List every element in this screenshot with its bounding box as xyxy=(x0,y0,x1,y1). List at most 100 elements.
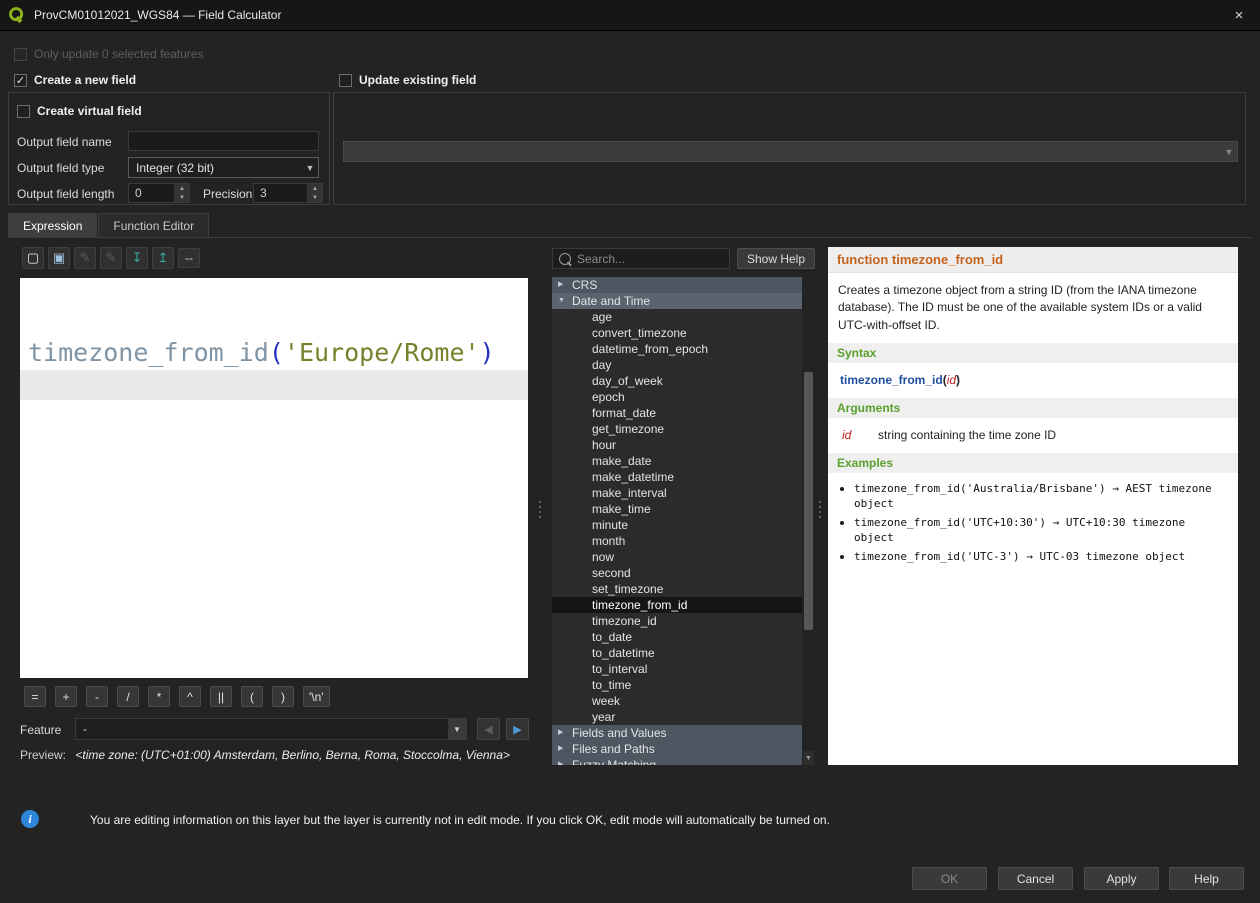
function-item-day[interactable]: day xyxy=(552,357,802,373)
function-item-set-timezone[interactable]: set_timezone xyxy=(552,581,802,597)
function-item-to-date[interactable]: to_date xyxy=(552,629,802,645)
checkbox-box[interactable] xyxy=(339,74,352,87)
function-item-minute[interactable]: minute xyxy=(552,517,802,533)
function-item-make-interval[interactable]: make_interval xyxy=(552,485,802,501)
edit-expression-button[interactable]: ✎ xyxy=(74,247,96,269)
cancel-button[interactable]: Cancel xyxy=(998,867,1073,890)
help-button[interactable]: Help xyxy=(1169,867,1244,890)
function-item-now[interactable]: now xyxy=(552,549,802,565)
spinner-buttons[interactable]: ▲▼ xyxy=(307,184,322,202)
search-input[interactable] xyxy=(571,252,729,266)
checkbox-box[interactable]: ✓ xyxy=(14,74,27,87)
function-item-format-date[interactable]: format_date xyxy=(552,405,802,421)
apply-button[interactable]: Apply xyxy=(1084,867,1159,890)
function-tree: ▶CRS▼Date and Timeageconvert_timezonedat… xyxy=(552,277,802,765)
tree-scrollbar[interactable]: ▼ xyxy=(803,277,814,765)
operator-button--n-[interactable]: '\n' xyxy=(303,686,330,707)
output-field-type-select[interactable]: Integer (32 bit) ▼ xyxy=(128,157,319,178)
tree-item-label: to_interval xyxy=(592,661,647,677)
tab-function-editor[interactable]: Function Editor xyxy=(98,213,209,237)
function-item-month[interactable]: month xyxy=(552,533,802,549)
function-item-epoch[interactable]: epoch xyxy=(552,389,802,405)
checkbox-box[interactable] xyxy=(14,48,27,61)
spin-down-icon[interactable]: ▼ xyxy=(308,193,322,202)
function-group-crs[interactable]: ▶CRS xyxy=(552,277,802,293)
next-feature-button[interactable]: ▶ xyxy=(506,718,529,740)
operator-button--[interactable]: || xyxy=(210,686,232,707)
output-field-name-input[interactable] xyxy=(128,131,319,151)
function-item-age[interactable]: age xyxy=(552,309,802,325)
splitter-handle[interactable] xyxy=(537,492,542,526)
operator-button--[interactable]: = xyxy=(24,686,46,707)
checkbox-box[interactable] xyxy=(17,105,30,118)
code-segment-br: ( xyxy=(269,338,284,367)
close-icon[interactable]: × xyxy=(1218,0,1260,30)
function-item-timezone-id[interactable]: timezone_id xyxy=(552,613,802,629)
spinner-buttons[interactable]: ▲▼ xyxy=(174,184,189,202)
arrow-right-icon: ▶ xyxy=(513,723,521,736)
spin-down-icon[interactable]: ▼ xyxy=(175,193,189,202)
function-item-to-time[interactable]: to_time xyxy=(552,677,802,693)
operator-button--[interactable]: ) xyxy=(272,686,294,707)
create-virtual-field-checkbox[interactable]: Create virtual field xyxy=(17,104,142,118)
expand-icon[interactable]: ▶ xyxy=(558,277,572,293)
ok-button[interactable]: OK xyxy=(912,867,987,890)
tab-expression[interactable]: Expression xyxy=(8,213,97,237)
previous-feature-button[interactable]: ◀ xyxy=(477,718,500,740)
function-item-timezone-from-id[interactable]: timezone_from_id xyxy=(552,597,802,613)
function-item-week[interactable]: week xyxy=(552,693,802,709)
scrollbar-thumb[interactable] xyxy=(804,372,813,630)
expand-icon[interactable]: ▶ xyxy=(558,741,572,757)
operator-button--[interactable]: - xyxy=(86,686,108,707)
function-item-to-interval[interactable]: to_interval xyxy=(552,661,802,677)
collapse-icon[interactable]: ▼ xyxy=(558,293,572,309)
save-expression-button[interactable]: ▣ xyxy=(48,247,70,269)
operator-button--[interactable]: + xyxy=(55,686,77,707)
function-item-day-of-week[interactable]: day_of_week xyxy=(552,373,802,389)
show-help-button[interactable]: Show Help xyxy=(737,248,815,269)
preview-row: Preview: <time zone: (UTC+01:00) Amsterd… xyxy=(20,748,530,762)
output-field-length-spinner[interactable]: 0 ▲▼ xyxy=(128,183,190,203)
new-file-icon: ▢ xyxy=(27,250,39,266)
operator-button--[interactable]: ^ xyxy=(179,686,201,707)
function-item-convert-timezone[interactable]: convert_timezone xyxy=(552,325,802,341)
new-expression-button[interactable]: ▢ xyxy=(22,247,44,269)
function-item-year[interactable]: year xyxy=(552,709,802,725)
spin-up-icon[interactable]: ▲ xyxy=(308,184,322,193)
qgis-logo-icon xyxy=(8,6,26,24)
export-expression-button[interactable]: ↥ xyxy=(152,247,174,269)
scrollbar-down-icon[interactable]: ▼ xyxy=(803,751,814,765)
operator-button--[interactable]: ( xyxy=(241,686,263,707)
function-group-fields-and-values[interactable]: ▶Fields and Values xyxy=(552,725,802,741)
function-item-get-timezone[interactable]: get_timezone xyxy=(552,421,802,437)
expression-editor[interactable]: timezone_from_id('Europe/Rome') xyxy=(20,278,528,678)
remove-expression-button[interactable]: ✎ xyxy=(100,247,122,269)
splitter-handle[interactable] xyxy=(817,492,822,526)
feature-select[interactable]: - ▼ xyxy=(75,718,467,740)
function-group-date-and-time[interactable]: ▼Date and Time xyxy=(552,293,802,309)
function-item-make-time[interactable]: make_time xyxy=(552,501,802,517)
create-new-field-checkbox[interactable]: ✓ Create a new field xyxy=(14,73,136,87)
function-item-datetime-from-epoch[interactable]: datetime_from_epoch xyxy=(552,341,802,357)
precision-spinner[interactable]: 3 ▲▼ xyxy=(253,183,323,203)
separator-button[interactable]: -- xyxy=(178,248,200,268)
function-item-hour[interactable]: hour xyxy=(552,437,802,453)
operator-button--[interactable]: * xyxy=(148,686,170,707)
function-search-box[interactable] xyxy=(552,248,730,269)
update-existing-field-checkbox[interactable]: Update existing field xyxy=(339,73,476,87)
function-item-make-datetime[interactable]: make_datetime xyxy=(552,469,802,485)
spin-up-icon[interactable]: ▲ xyxy=(175,184,189,193)
function-group-files-and-paths[interactable]: ▶Files and Paths xyxy=(552,741,802,757)
function-group-fuzzy-matching[interactable]: ▶Fuzzy Matching xyxy=(552,757,802,765)
function-item-to-datetime[interactable]: to_datetime xyxy=(552,645,802,661)
expand-icon[interactable]: ▶ xyxy=(558,757,572,765)
function-item-make-date[interactable]: make_date xyxy=(552,453,802,469)
expand-icon[interactable]: ▶ xyxy=(558,725,572,741)
function-item-second[interactable]: second xyxy=(552,565,802,581)
existing-field-select: ▼ xyxy=(343,141,1238,162)
operator-button-row: = +-/ * ^ || () '\n' xyxy=(24,686,330,707)
output-field-length-label: Output field length xyxy=(17,187,114,201)
only-update-checkbox[interactable]: Only update 0 selected features xyxy=(14,47,203,61)
operator-button--[interactable]: / xyxy=(117,686,139,707)
import-expression-button[interactable]: ↧ xyxy=(126,247,148,269)
